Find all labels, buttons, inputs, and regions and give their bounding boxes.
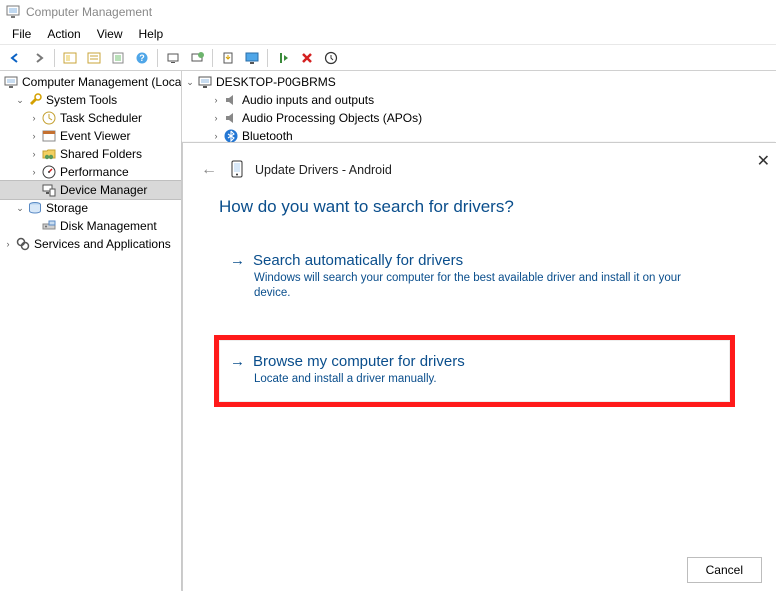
toolbar: ? [0,45,776,71]
toolbar-separator [54,49,55,67]
cancel-button[interactable]: Cancel [687,557,762,583]
tree-disk-management[interactable]: Disk Management [0,217,181,235]
event-icon [41,128,57,144]
storage-icon [27,200,43,216]
app-icon [6,5,20,19]
tree-label: Device Manager [60,183,147,197]
tree-label: Task Scheduler [60,111,142,125]
tree-label: Shared Folders [60,147,142,161]
left-tree-pane: Computer Management (Local ⌄ System Tool… [0,71,182,591]
option-title: Browse my computer for drivers [253,353,465,370]
toolbar-help-button[interactable]: ? [131,47,153,69]
toolbar-update-button[interactable] [186,47,208,69]
expand-icon[interactable]: › [28,167,40,177]
tools-icon [27,92,43,108]
tree-label: Bluetooth [242,129,293,143]
toolbar-export-button[interactable] [107,47,129,69]
dialog-close-button[interactable]: ✕ [751,149,776,173]
toolbar-show-hide-button[interactable] [59,47,81,69]
tree-task-scheduler[interactable]: › Task Scheduler [0,109,181,127]
option-description: Locate and install a driver manually. [254,372,684,387]
expand-icon[interactable]: › [2,239,14,249]
svg-text:?: ? [139,53,145,63]
collapse-icon[interactable]: ⌄ [184,77,196,88]
tree-label: Storage [46,201,88,215]
device-audio-apo[interactable]: › Audio Processing Objects (APOs) [182,109,776,127]
window-title: Computer Management [26,5,152,19]
tree-performance[interactable]: › Performance [0,163,181,181]
toolbar-separator [212,49,213,67]
tree-label: DESKTOP-P0GBRMS [216,75,336,89]
clock-icon [41,110,57,126]
device-audio-io[interactable]: › Audio inputs and outputs [182,91,776,109]
tree-label: Computer Management (Local [22,75,182,89]
toolbar-monitor-button[interactable] [241,47,263,69]
tree-label: Disk Management [60,219,157,233]
dialog-back-button[interactable]: ← [197,157,221,183]
option-browse-manual[interactable]: → Browse my computer for drivers Locate … [219,340,730,402]
dialog-question: How do you want to search for drivers? [183,191,776,239]
option-title: Search automatically for drivers [253,252,463,269]
speaker-icon [223,110,239,126]
menubar: File Action View Help [0,24,776,45]
update-drivers-dialog: ✕ ← Update Drivers - Android How do you … [182,142,776,591]
shared-folder-icon [41,146,57,162]
toolbar-uninstall-button[interactable] [296,47,318,69]
toolbar-install-button[interactable] [217,47,239,69]
toolbar-scan-hardware-button[interactable] [320,47,342,69]
expand-icon[interactable]: › [28,131,40,141]
device-tree[interactable]: ⌄ DESKTOP-P0GBRMS › Audio inputs and out… [182,73,776,145]
dialog-header: ← Update Drivers - Android [183,143,776,191]
arrow-right-icon: → [230,353,245,370]
dialog-title: Update Drivers - Android [255,163,392,177]
computer-mgmt-icon [3,74,19,90]
tree-label: System Tools [46,93,117,107]
computer-icon [197,74,213,90]
tree-label: Performance [60,165,129,179]
menu-file[interactable]: File [4,25,39,43]
dialog-footer: Cancel [673,549,776,591]
tree-label: Audio Processing Objects (APOs) [242,111,422,125]
tree-services-apps[interactable]: › Services and Applications [0,235,181,253]
tree-event-viewer[interactable]: › Event Viewer [0,127,181,145]
performance-icon [41,164,57,180]
expand-icon[interactable]: › [28,113,40,123]
tree-storage[interactable]: ⌄ Storage [0,199,181,217]
expand-icon[interactable]: › [210,131,222,141]
toolbar-separator [157,49,158,67]
tree-device-manager[interactable]: Device Manager [0,181,181,199]
tree-root[interactable]: Computer Management (Local [0,73,181,91]
arrow-right-icon: → [230,252,245,269]
device-manager-icon [41,182,57,198]
menu-action[interactable]: Action [39,25,88,43]
toolbar-enable-button[interactable] [272,47,294,69]
menu-view[interactable]: View [89,25,131,43]
device-icon [231,160,245,180]
management-tree[interactable]: Computer Management (Local ⌄ System Tool… [0,73,181,253]
expand-icon[interactable]: › [210,113,222,123]
tree-shared-folders[interactable]: › Shared Folders [0,145,181,163]
expand-icon[interactable]: › [28,149,40,159]
speaker-icon [223,92,239,108]
disk-mgmt-icon [41,218,57,234]
option-search-auto[interactable]: → Search automatically for drivers Windo… [219,239,730,316]
collapse-icon[interactable]: ⌄ [14,95,26,106]
expand-icon[interactable]: › [210,95,222,105]
tree-system-tools[interactable]: ⌄ System Tools [0,91,181,109]
tree-label: Audio inputs and outputs [242,93,374,107]
toolbar-back-button[interactable] [4,47,26,69]
toolbar-separator [267,49,268,67]
services-icon [15,236,31,252]
toolbar-forward-button[interactable] [28,47,50,69]
collapse-icon[interactable]: ⌄ [14,203,26,214]
tree-label: Services and Applications [34,237,171,251]
option-description: Windows will search your computer for th… [254,271,684,301]
titlebar: Computer Management [0,0,776,24]
toolbar-properties-button[interactable] [83,47,105,69]
menu-help[interactable]: Help [131,25,172,43]
toolbar-scan-button[interactable] [162,47,184,69]
device-tree-root[interactable]: ⌄ DESKTOP-P0GBRMS [182,73,776,91]
tree-label: Event Viewer [60,129,130,143]
